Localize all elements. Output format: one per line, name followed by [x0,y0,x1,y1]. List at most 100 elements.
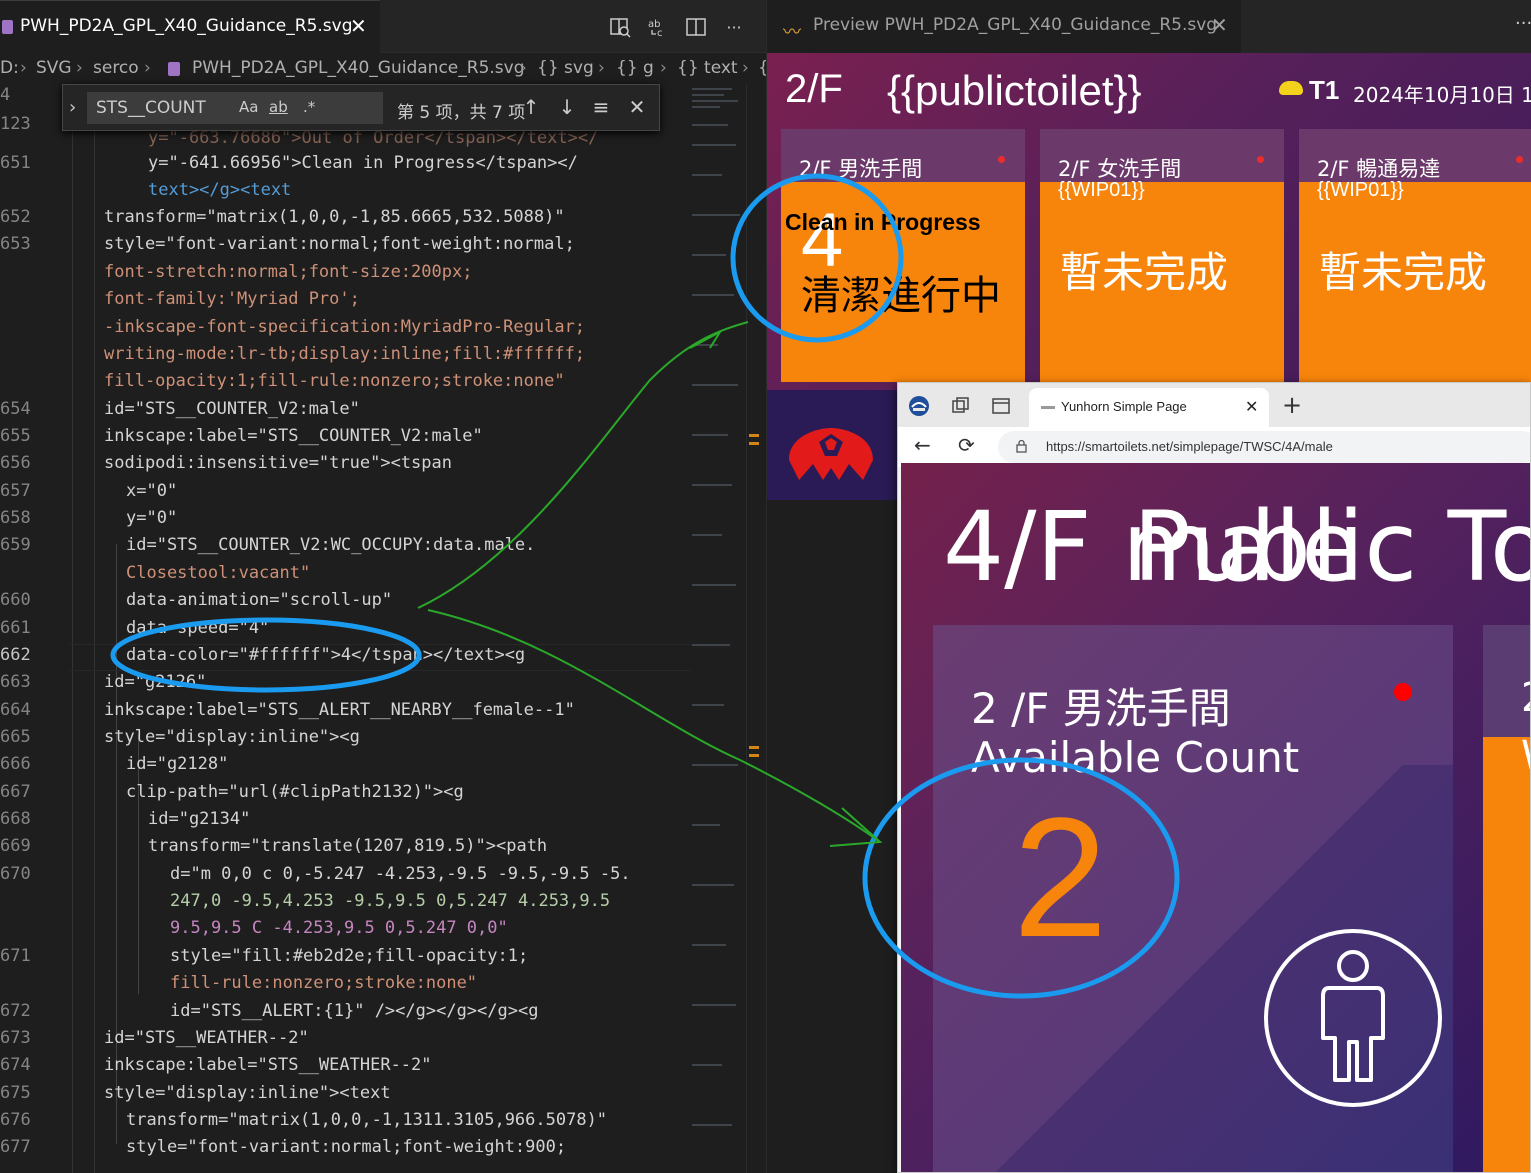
find-input[interactable] [87,92,383,124]
whole-word-toggle[interactable]: ab [269,98,288,116]
minimap-line [692,944,726,946]
arrow-down-icon[interactable]: ↓ [553,93,581,121]
minimap-line [692,434,728,436]
minimap-line [692,764,738,766]
code-line: inkscape:label="STS__ALERT__NEARBY__fema… [104,700,575,720]
match-case-toggle[interactable]: Aa [239,98,258,116]
weather-cloud-icon [1279,81,1303,95]
address-bar[interactable]: https://smartoilets.net/simplepage/TWSC/… [998,431,1530,463]
more-actions-icon[interactable]: ··· [720,13,748,41]
breadcrumb-item[interactable]: D: [0,58,19,78]
browser-tabstrip: Yunhorn Simple Page ✕ + [898,383,1530,427]
profile-icon[interactable] [908,395,930,417]
code-line: fill-opacity:1;fill-rule:nonzero;stroke:… [104,371,565,391]
minimap-line [692,294,734,296]
split-editor-icon[interactable] [682,13,710,41]
card-wip: {{WIP01}} [1317,179,1404,201]
code-line: data-animation="scroll-up" [126,590,393,610]
line-number: 664 [0,700,31,720]
code-area[interactable]: 4 123 y="-663.76686">Out of Order</tspan… [0,84,690,1173]
breadcrumb-item[interactable]: {} svg [537,58,594,78]
close-icon[interactable]: ✕ [1211,13,1228,37]
card-subtitle-fragment: W [1521,733,1530,779]
alert-dot-icon [1394,683,1412,701]
tab-actions-icon[interactable] [990,395,1012,417]
alert-dot-icon [1257,156,1264,163]
breadcrumb-item[interactable]: SVG [36,58,72,78]
open-preview-icon[interactable] [606,13,634,41]
code-line: style="font-variant:normal;font-weight:9… [126,1137,567,1157]
code-line: 247,0 -9.5,4.253 -9.5,9.5 0,5.247 4.253,… [170,891,611,911]
lock-icon[interactable] [1016,439,1027,453]
person-icon [1264,929,1442,1107]
code-line: id="g2128" [126,754,229,774]
regex-toggle[interactable]: .* [303,98,315,116]
breadcrumb-item[interactable]: PWH_PD2A_GPL_X40_Guidance_R5.svg [192,58,525,78]
preview-tab-label: Preview PWH_PD2A_GPL_X40_Guidance_R5.svg [813,15,1218,35]
line-number: 675 [0,1083,31,1103]
editor-tab[interactable]: PWH_PD2A_GPL_X40_Guidance_R5.svg ✕ [0,0,380,53]
code-line: inkscape:label="STS__WEATHER--2" [104,1055,432,1075]
close-icon[interactable]: ✕ [1245,397,1258,416]
breadcrumb-item[interactable]: {} text [677,58,738,78]
code-line: y="-663.76686">Out of Order</tspan></tex… [148,128,599,148]
minimap-line [692,106,720,108]
card-name: 2/F 男洗手間 [799,157,923,181]
search-match-marker [749,746,759,749]
close-icon[interactable]: ✕ [623,93,651,121]
minimap-line [692,88,732,90]
collections-icon[interactable] [950,395,972,417]
line-number: 4 [0,85,11,105]
minimap-line [692,534,722,536]
minimap-line [692,704,724,706]
url-text[interactable]: https://smartoilets.net/simplepage/TWSC/… [1046,439,1333,454]
breadcrumb-item[interactable]: { [758,58,766,78]
minimap-line [692,484,732,486]
minimap-line [692,174,722,176]
new-tab-button[interactable]: + [1282,391,1302,419]
breadcrumb-item[interactable]: {} g [616,58,654,78]
find-in-selection-icon[interactable]: ≡ [587,93,615,121]
chevron-right-icon: › [76,58,83,78]
search-match-marker [749,754,759,757]
translate-icon[interactable]: ab c [644,13,672,41]
chevron-right-icon: › [660,58,667,78]
code-line: style="display:inline"><g [104,727,360,747]
code-line: sodipodi:insensitive="true"><tspan [104,453,452,473]
code-line: fill-rule:nonzero;stroke:none" [170,973,478,993]
card-name-fragment: 2 [1521,675,1530,721]
card-status: 暫未完成 [1060,248,1229,297]
minimap-line [692,144,736,146]
browser-tab[interactable]: Yunhorn Simple Page ✕ [1029,388,1269,427]
minimap[interactable] [690,84,746,1173]
chevron-right-icon: › [144,58,151,78]
preview-tabbar: 〰 Preview PWH_PD2A_GPL_X40_Guidance_R5.s… [767,0,1531,53]
editor-tab-label: PWH_PD2A_GPL_X40_Guidance_R5.svg [20,16,353,36]
chevron-right-icon: › [742,58,749,78]
vertical-scrollbar[interactable] [746,84,766,1173]
code-line: transform="matrix(1,0,0,-1,85.6665,532.5… [104,207,565,227]
sign-floor: 2/F [785,67,843,111]
line-number: 659 [0,535,31,555]
chevron-right-icon[interactable]: › [69,97,76,118]
line-number: 665 [0,727,31,747]
toilet-card-accessible: 2/F 暢通易達 {{WIP01}} 暫未完成 [1299,129,1531,382]
line-number: 658 [0,508,31,528]
reload-icon[interactable]: ⟳ [958,433,975,457]
more-actions-icon[interactable]: ··· [1515,13,1531,34]
breadcrumb-item[interactable]: serco [93,58,139,78]
card-status-en: Clean in Progress [785,209,981,235]
back-arrow-icon[interactable]: ← [914,433,931,457]
arrow-up-icon[interactable]: ↑ [517,93,545,121]
card-name: 2 /F 男洗手間 [971,684,1231,733]
line-number: 653 [0,234,31,254]
preview-tab[interactable]: 〰 Preview PWH_PD2A_GPL_X40_Guidance_R5.s… [767,0,1241,53]
code-line: writing-mode:lr-tb;display:inline;fill:#… [104,344,586,364]
close-icon[interactable]: ✕ [350,14,367,38]
minimap-line [692,124,728,126]
line-number: 656 [0,453,31,473]
code-line: id="STS__WEATHER--2" [104,1028,309,1048]
browser-toolbar: ← ⟳ https://smartoilets.net/simplepage/T… [898,427,1530,467]
code-line: id="STS__COUNTER_V2:male" [104,399,360,419]
search-match-marker [749,434,759,437]
